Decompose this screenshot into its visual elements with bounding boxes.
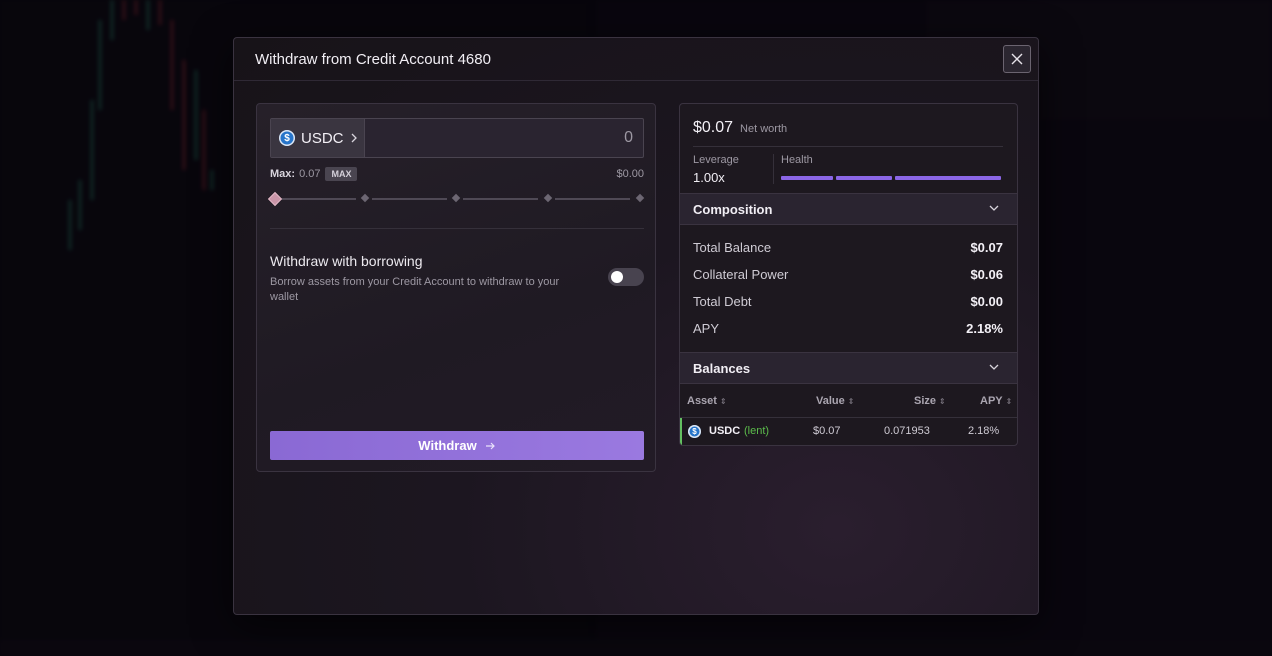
table-row[interactable]: $ USDC (lent) $0.07 0.071953 2.18%: [680, 418, 1017, 445]
modal-header: Withdraw from Credit Account 4680: [234, 38, 1038, 81]
column-header-apy[interactable]: APY ⇕: [980, 395, 1012, 407]
slider-step-75[interactable]: [543, 193, 553, 203]
account-summary-card: $0.07 Net worth Leverage 1.00x Health Co…: [679, 103, 1018, 446]
composition-label: APY: [693, 321, 720, 336]
slider-track-segment: [463, 198, 538, 200]
balances-header[interactable]: Balances: [680, 352, 1017, 384]
borrowing-title: Withdraw with borrowing: [270, 253, 423, 269]
withdraw-form-card: $ USDC Max: 0.07 MAX $0.00: [256, 103, 656, 472]
health-label: Health: [781, 154, 813, 166]
divider: [270, 228, 644, 229]
column-header-size[interactable]: Size ⇕: [914, 395, 946, 407]
withdraw-modal: Withdraw from Credit Account 4680 $ USDC…: [233, 37, 1039, 615]
composition-title: Composition: [693, 201, 773, 217]
balances-title: Balances: [693, 360, 751, 376]
asset-cell: USDC: [709, 425, 741, 437]
sort-icon: ⇕: [939, 396, 946, 406]
health-bar: [781, 176, 1003, 180]
divider: [693, 146, 1003, 147]
composition-row: Collateral Power $0.06: [693, 267, 1003, 282]
leverage-label: Leverage: [693, 154, 739, 166]
asset-amount-input-group: $ USDC: [270, 118, 644, 158]
net-worth-value: $0.07: [693, 119, 734, 136]
slider-step-50[interactable]: [451, 193, 461, 203]
borrowing-description: Borrow assets from your Credit Account t…: [270, 276, 560, 303]
health-bar-segment: [836, 176, 892, 180]
balances-table-header: Asset ⇕ Value ⇕ Size ⇕ APY ⇕: [680, 385, 1017, 418]
slider-step-100[interactable]: [635, 193, 645, 203]
column-label: Value: [816, 395, 845, 407]
amount-input[interactable]: [365, 119, 643, 157]
slider-step-25[interactable]: [360, 193, 370, 203]
max-row: Max: 0.07 MAX $0.00: [270, 166, 644, 182]
composition-label: Total Debt: [693, 294, 752, 309]
column-label: Asset: [687, 395, 717, 407]
composition-header[interactable]: Composition: [680, 193, 1017, 225]
withdraw-button-label: Withdraw: [418, 438, 477, 453]
lent-tag: (lent): [744, 425, 770, 437]
composition-label: Total Balance: [693, 240, 772, 255]
toggle-knob: [611, 271, 623, 283]
size-cell: 0.071953: [884, 425, 930, 437]
leverage-value: 1.00x: [693, 170, 725, 185]
column-header-value[interactable]: Value ⇕: [816, 395, 854, 407]
composition-row: APY 2.18%: [693, 321, 1003, 336]
sort-icon: ⇕: [1005, 396, 1013, 406]
chevron-down-icon: [989, 205, 999, 211]
sort-icon: ⇕: [719, 396, 727, 406]
composition-value: $0.00: [970, 294, 1003, 309]
close-icon: [1011, 53, 1023, 65]
usdc-icon: $: [279, 130, 295, 146]
chevron-down-icon: [989, 364, 999, 370]
value-cell: $0.07: [813, 425, 841, 437]
selected-asset: USDC: [301, 129, 344, 147]
withdraw-button[interactable]: Withdraw: [270, 431, 644, 460]
apy-cell: 2.18%: [968, 425, 1000, 437]
composition-row: Total Balance $0.07: [693, 240, 1003, 255]
divider-vertical: [773, 154, 774, 184]
asset-selector[interactable]: $ USDC: [271, 119, 365, 157]
amount-slider[interactable]: [267, 191, 645, 207]
slider-handle[interactable]: [267, 191, 283, 207]
close-button[interactable]: [1003, 45, 1031, 73]
column-label: APY: [980, 395, 1003, 407]
health-bar-segment: [781, 176, 833, 180]
borrowing-toggle[interactable]: [608, 268, 644, 286]
composition-value: 2.18%: [966, 321, 1003, 336]
max-label: Max:: [270, 168, 296, 180]
column-header-asset[interactable]: Asset ⇕: [687, 395, 727, 407]
usdc-icon: $: [688, 425, 701, 438]
column-label: Size: [914, 395, 937, 407]
sort-icon: ⇕: [847, 396, 855, 406]
modal-title: Withdraw from Credit Account 4680: [255, 50, 491, 68]
health-bar-segment: [895, 176, 1001, 180]
arrow-right-icon: [485, 442, 495, 449]
composition-label: Collateral Power: [693, 267, 789, 282]
composition-value: $0.06: [970, 267, 1003, 282]
slider-track-segment: [555, 198, 630, 200]
composition-value: $0.07: [970, 240, 1003, 255]
net-worth-label: Net worth: [740, 123, 788, 135]
max-value: 0.07: [299, 168, 321, 180]
net-worth: $0.07 Net worth: [693, 119, 787, 137]
slider-track-segment: [372, 198, 447, 200]
usd-value: $0.00: [616, 168, 644, 180]
composition-row: Total Debt $0.00: [693, 294, 1003, 309]
chevron-right-icon: [351, 133, 357, 143]
max-button[interactable]: MAX: [325, 167, 358, 181]
slider-track-segment: [280, 198, 356, 200]
